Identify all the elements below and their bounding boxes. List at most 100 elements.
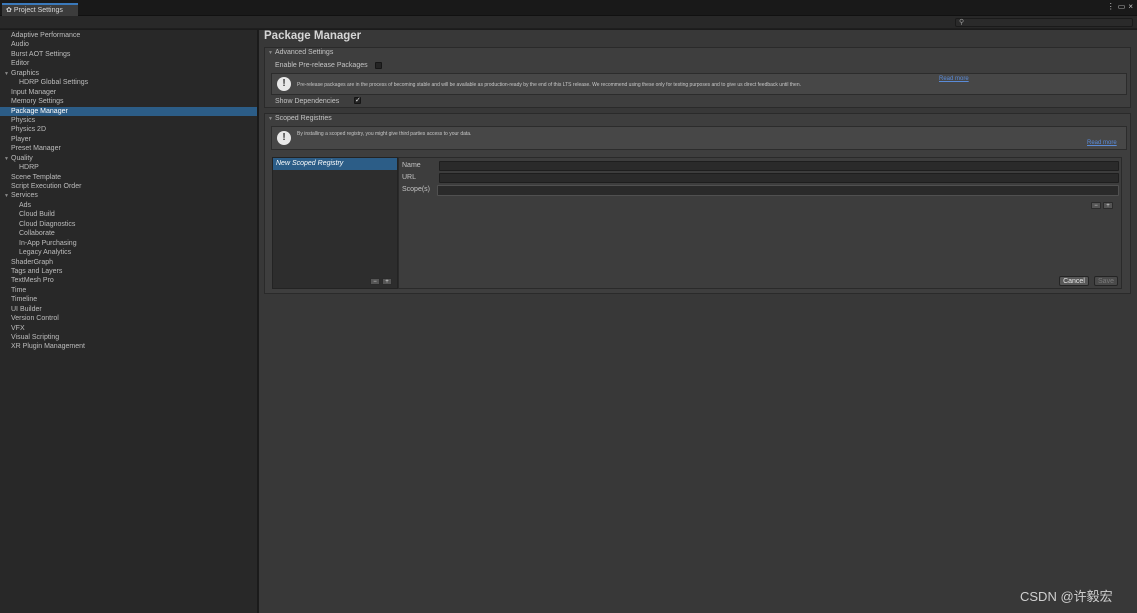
sidebar-item-memory-settings[interactable]: Memory Settings — [0, 97, 257, 106]
sidebar-item-preset-manager[interactable]: Preset Manager — [0, 144, 257, 153]
search-icon: ⚲ — [959, 19, 965, 26]
sidebar-item-physics-2d[interactable]: Physics 2D — [0, 125, 257, 134]
sidebar-item-label: Visual Scripting — [11, 334, 60, 341]
sidebar-item-label: Quality — [11, 154, 33, 162]
sidebar-item-label: Physics 2D — [11, 126, 47, 134]
foldout-arrow-icon[interactable]: ▼ — [4, 192, 11, 201]
search-input[interactable]: ⚲ — [955, 18, 1133, 27]
sidebar-item-label: HDRP Global Settings — [19, 79, 89, 87]
sidebar-item-label: Collaborate — [19, 230, 55, 238]
sidebar-item-label: In-App Purchasing — [19, 239, 77, 247]
sidebar-item-hdrp-global-settings[interactable]: HDRP Global Settings — [0, 78, 257, 87]
save-button[interactable]: Save — [1094, 276, 1118, 286]
warning-icon: ! — [277, 131, 291, 145]
scopes-field[interactable] — [437, 185, 1119, 196]
sidebar-item-label: Script Execution Order — [11, 183, 82, 190]
sidebar-item-shadergraph[interactable]: ShaderGraph — [0, 258, 257, 267]
sidebar-item-textmesh-pro[interactable]: TextMesh Pro — [0, 276, 257, 285]
sidebar-item-label: ShaderGraph — [11, 258, 54, 266]
sidebar-item-editor[interactable]: Editor — [0, 59, 257, 68]
sidebar-item-services[interactable]: ▼ Services — [0, 191, 257, 200]
sidebar-item-physics[interactable]: Physics — [0, 116, 257, 125]
prerelease-checkbox[interactable] — [375, 62, 382, 69]
remove-scope-button[interactable]: − — [1091, 202, 1101, 209]
sidebar-item-xr-plugin-management[interactable]: XR Plugin Management — [0, 342, 257, 351]
sidebar-item-adaptive-performance[interactable]: Adaptive Performance — [0, 31, 257, 40]
maximize-icon[interactable]: ▭ — [1118, 2, 1126, 11]
scoped-read-more-link[interactable]: Read more — [1087, 140, 1117, 146]
sidebar-item-legacy-analytics[interactable]: Legacy Analytics — [0, 248, 257, 257]
sidebar-item-tags-and-layers[interactable]: Tags and Layers — [0, 267, 257, 276]
sidebar-item-label: Memory Settings — [11, 98, 64, 106]
scope-buttons: − + — [1091, 202, 1113, 209]
sidebar-item-player[interactable]: Player — [0, 135, 257, 144]
name-field[interactable] — [439, 161, 1119, 171]
sidebar-item-ads[interactable]: Ads — [0, 201, 257, 210]
sidebar-item-label: UI Builder — [11, 305, 42, 313]
sidebar-item-in-app-purchasing[interactable]: In-App Purchasing — [0, 239, 257, 248]
sidebar-item-input-manager[interactable]: Input Manager — [0, 88, 257, 97]
sidebar-item-label: Ads — [19, 201, 32, 209]
sidebar-item-timeline[interactable]: Timeline — [0, 295, 257, 304]
tab-project-settings[interactable]: ✿ Project Settings — [2, 3, 78, 16]
sidebar-item-label: Adaptive Performance — [11, 32, 81, 39]
scoped-help-box: ! By installing a scoped registry, you m… — [271, 126, 1127, 150]
sidebar-item-vfx[interactable]: VFX — [0, 324, 257, 333]
more-options-icon[interactable]: ⋮ — [1107, 2, 1115, 11]
sidebar-item-label: Cloud Build — [19, 211, 55, 219]
sidebar-item-time[interactable]: Time — [0, 286, 257, 295]
sidebar-item-label: Scene Template — [11, 173, 62, 181]
cancel-button[interactable]: Cancel — [1059, 276, 1089, 286]
sidebar-item-audio[interactable]: Audio — [0, 40, 257, 49]
sidebar-item-label: Physics — [11, 116, 36, 124]
sidebar-item-quality[interactable]: ▼ Quality — [0, 154, 257, 163]
sidebar-item-label: Services — [11, 192, 38, 200]
sidebar-item-scene-template[interactable]: Scene Template — [0, 173, 257, 182]
sidebar-item-label: Input Manager — [11, 88, 57, 96]
url-field[interactable] — [439, 173, 1119, 183]
advanced-settings-header[interactable]: ▼ Advanced Settings — [265, 48, 1130, 58]
sidebar-item-label: Cloud Diagnostics — [19, 220, 76, 228]
sidebar-item-graphics[interactable]: ▼ Graphics — [0, 69, 257, 78]
sidebar-item-hdrp[interactable]: HDRP — [0, 163, 257, 172]
sidebar-item-burst-aot-settings[interactable]: Burst AOT Settings — [0, 50, 257, 59]
foldout-arrow-icon[interactable]: ▼ — [4, 70, 11, 79]
sidebar-item-label: Player — [11, 135, 31, 143]
close-icon[interactable]: × — [1128, 2, 1133, 11]
add-scope-button[interactable]: + — [1103, 202, 1113, 209]
advanced-settings-title: Advanced Settings — [274, 49, 334, 56]
tab-title: Project Settings — [13, 7, 63, 14]
sidebar-item-package-manager[interactable]: Package Manager — [0, 106, 257, 116]
sidebar-item-version-control[interactable]: Version Control — [0, 314, 257, 323]
sidebar-item-script-execution-order[interactable]: Script Execution Order — [0, 182, 257, 191]
scoped-help-text: By installing a scoped registry, you mig… — [297, 131, 472, 137]
prerelease-help-box: ! Pre-release packages are in the proces… — [271, 73, 1127, 95]
sidebar-item-label: XR Plugin Management — [11, 343, 85, 351]
scoped-registries-header[interactable]: ▼ Scoped Registries — [265, 114, 1130, 124]
prerelease-label: Enable Pre-release Packages — [275, 62, 368, 69]
registry-detail: Name URL Scope(s) − + Cancel Save — [398, 157, 1122, 289]
show-dependencies-label: Show Dependencies — [275, 98, 340, 105]
watermark: CSDN @许毅宏 — [1020, 589, 1113, 604]
search-bar-row: ⚲ — [0, 16, 1137, 29]
foldout-arrow-icon: ▼ — [268, 116, 273, 122]
prerelease-read-more-link[interactable]: Read more — [939, 76, 969, 82]
registry-list-buttons: − + — [370, 278, 392, 285]
sidebar-item-label: VFX — [11, 324, 25, 332]
remove-registry-button[interactable]: − — [370, 278, 380, 285]
sidebar-item-label: Editor — [11, 60, 30, 68]
show-dependencies-checkbox[interactable]: ✓ — [354, 97, 361, 104]
add-registry-button[interactable]: + — [382, 278, 392, 285]
foldout-arrow-icon[interactable]: ▼ — [4, 155, 11, 164]
sidebar-item-cloud-diagnostics[interactable]: Cloud Diagnostics — [0, 220, 257, 229]
sidebar-item-label: Preset Manager — [11, 145, 61, 153]
sidebar-item-collaborate[interactable]: Collaborate — [0, 229, 257, 238]
registry-list-item[interactable]: New Scoped Registry — [273, 158, 397, 170]
settings-category-list: Adaptive Performance Audio Burst AOT Setti… — [0, 30, 257, 352]
sidebar-item-visual-scripting[interactable]: Visual Scripting — [0, 333, 257, 342]
name-label: Name — [402, 162, 421, 169]
page-title: Package Manager — [264, 30, 362, 42]
sidebar-item-ui-builder[interactable]: UI Builder — [0, 305, 257, 314]
sidebar-item-label: Tags and Layers — [11, 267, 63, 275]
sidebar-item-cloud-build[interactable]: Cloud Build — [0, 210, 257, 219]
